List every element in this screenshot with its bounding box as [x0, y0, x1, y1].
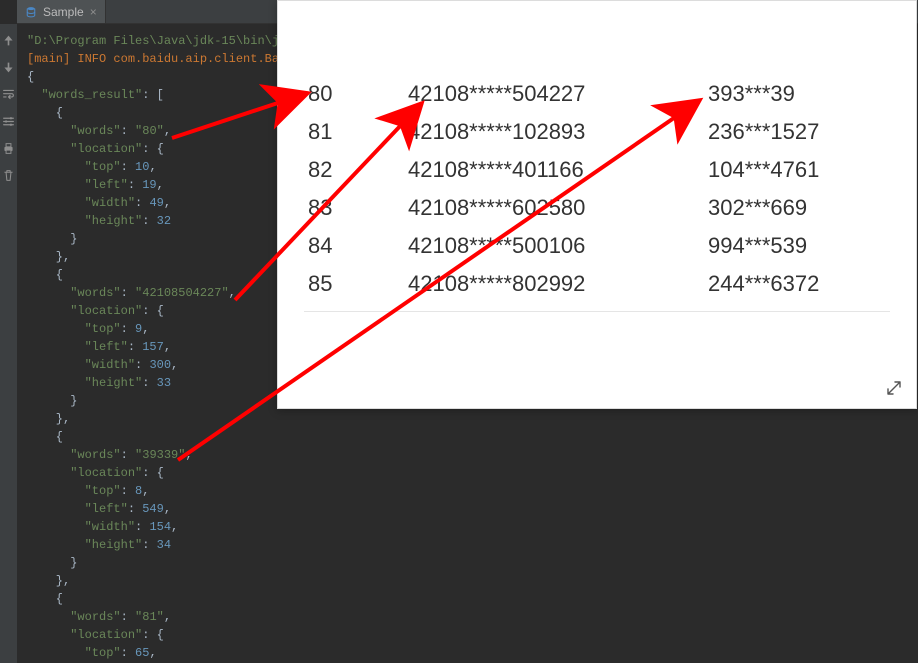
table-cell: 393***39	[704, 75, 890, 113]
table-cell: 82	[304, 151, 404, 189]
soft-wrap-icon[interactable]	[2, 88, 15, 101]
table-cell: 236***1527	[704, 113, 890, 151]
settings-icon[interactable]	[2, 115, 15, 128]
table-row: 8542108*****802992244***6372	[304, 265, 890, 303]
run-tool-gutter	[0, 24, 17, 663]
arrow-down-icon[interactable]	[2, 61, 15, 74]
console-path-line: "D:\Program Files\Java\jdk-15\bin\j	[27, 34, 279, 48]
console-log-line: [main] INFO com.baidu.aip.client.Ba	[27, 52, 279, 66]
expand-icon[interactable]	[886, 380, 902, 396]
editor-tab-label: Sample	[43, 5, 84, 19]
table-cell: 42108*****802992	[404, 265, 704, 303]
table-cell: 104***4761	[704, 151, 890, 189]
table-row: 8042108*****504227393***39	[304, 75, 890, 113]
table-cell: 84	[304, 227, 404, 265]
database-icon	[25, 6, 37, 18]
table-cell: 42108*****500106	[404, 227, 704, 265]
table-cell: 80	[304, 75, 404, 113]
table-row: 8242108*****401166104***4761	[304, 151, 890, 189]
table-row: 8142108*****102893236***1527	[304, 113, 890, 151]
table-cell: 81	[304, 113, 404, 151]
table-cell: 42108*****102893	[404, 113, 704, 151]
table-cell: 85	[304, 265, 404, 303]
console-json-output: { "words_result": [ { "words": "80", "lo…	[27, 70, 236, 660]
trash-icon[interactable]	[2, 169, 15, 182]
preview-divider	[304, 311, 890, 312]
table-cell: 244***6372	[704, 265, 890, 303]
table-cell: 302***669	[704, 189, 890, 227]
editor-tab-sample[interactable]: Sample ×	[17, 0, 106, 23]
print-icon[interactable]	[2, 142, 15, 155]
ocr-preview-panel: 8042108*****504227393***398142108*****10…	[277, 0, 917, 409]
table-cell: 42108*****401166	[404, 151, 704, 189]
table-cell: 994***539	[704, 227, 890, 265]
table-cell: 42108*****602580	[404, 189, 704, 227]
table-cell: 83	[304, 189, 404, 227]
arrow-up-icon[interactable]	[2, 34, 15, 47]
ocr-preview-table: 8042108*****504227393***398142108*****10…	[304, 75, 890, 303]
table-row: 8342108*****602580302***669	[304, 189, 890, 227]
table-row: 8442108*****500106994***539	[304, 227, 890, 265]
table-cell: 42108*****504227	[404, 75, 704, 113]
close-icon[interactable]: ×	[90, 5, 97, 19]
